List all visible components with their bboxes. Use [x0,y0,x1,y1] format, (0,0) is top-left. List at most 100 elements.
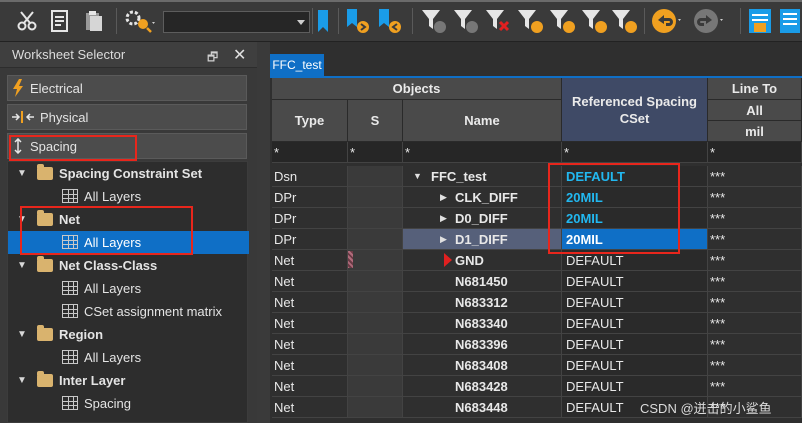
tree-folder-net[interactable]: ▼ Net [8,208,249,231]
redo-icon[interactable] [692,8,728,34]
cell-s[interactable] [348,292,403,313]
cell-s[interactable] [348,355,403,376]
filter-type[interactable]: * [272,142,348,163]
document-list-icon[interactable] [47,8,73,34]
scissors-icon[interactable] [14,8,40,34]
tree-folder-region[interactable]: ▼ Region [8,323,249,346]
bookmark-next-icon[interactable] [345,8,371,34]
category-electrical[interactable]: Electrical [7,75,247,101]
cell-line-to[interactable]: *** [708,229,802,250]
cell-ref-cset-selected[interactable]: 20MIL [562,229,708,250]
cell-line-to[interactable]: *** [708,334,802,355]
cell-line-to[interactable]: *** [708,313,802,334]
grid-layout-icon[interactable] [778,8,802,34]
filter-line-to[interactable]: * [708,142,802,163]
cell-name[interactable]: ▶ D1_DIFF [403,229,562,250]
window-layout-icon[interactable] [747,8,773,34]
cell-name[interactable]: ▼ FFC_test [403,166,562,187]
cell-s[interactable] [348,334,403,355]
cell-s[interactable] [348,397,403,418]
tree-folder-net-class-class[interactable]: ▼ Net Class-Class [8,254,249,277]
cell-s[interactable] [348,271,403,292]
tree-folder-inter-layer[interactable]: ▼ Inter Layer [8,369,249,392]
cell-ref-cset[interactable]: DEFAULT [562,292,708,313]
cell-name[interactable]: GND [403,250,562,271]
restore-icon[interactable]: 🗗 [207,48,218,69]
cell-line-to[interactable]: *** [708,250,802,271]
filter-misc-icon[interactable] [610,8,638,34]
cell-name[interactable]: N683448 [403,397,562,418]
cell-line-to[interactable]: *** [708,271,802,292]
cell-s[interactable] [348,208,403,229]
tree-item-all-layers[interactable]: All Layers [8,185,249,208]
cell-ref-cset[interactable]: 20MIL [562,187,708,208]
cell-name[interactable]: ▶ D0_DIFF [403,208,562,229]
cell-name[interactable]: N683312 [403,292,562,313]
close-icon[interactable]: ✕ [233,45,246,65]
cell-ref-cset[interactable]: DEFAULT [562,250,708,271]
undo-icon[interactable] [650,8,686,34]
paste-icon[interactable] [81,8,107,34]
filter-list-icon[interactable] [580,8,608,34]
bookmark-icon[interactable] [314,8,332,34]
cell-line-to[interactable]: *** [708,292,802,313]
filter-s[interactable]: * [348,142,403,163]
cell-s[interactable] [348,166,403,187]
cell-s[interactable] [348,250,403,271]
filter-clear-icon[interactable] [484,8,512,34]
expand-arrow-icon[interactable]: ▶ [440,192,447,203]
panel-splitter[interactable] [257,42,270,423]
tree-item-cset-assignment-matrix[interactable]: CSet assignment matrix [8,300,249,323]
expand-arrow-icon[interactable]: ▼ [17,260,27,271]
category-spacing[interactable]: Spacing [7,133,247,159]
cell-line-to[interactable]: *** [708,208,802,229]
tree-item-spacing[interactable]: Spacing [8,392,249,415]
tree-item-net-all-layers[interactable]: All Layers [8,231,249,254]
tree-item-all-layers[interactable]: All Layers [8,346,249,369]
filter-name[interactable]: * [403,142,562,163]
filter-redo-icon[interactable] [452,8,480,34]
cell-ref-cset[interactable]: DEFAULT [562,334,708,355]
cell-s[interactable] [348,229,403,250]
tree-folder-spacing-constraint-set[interactable]: ▼ Spacing Constraint Set [8,162,249,185]
cell-s[interactable] [348,376,403,397]
cell-ref-cset[interactable]: 20MIL [562,208,708,229]
cell-line-to[interactable]: *** [708,166,802,187]
expand-arrow-icon[interactable]: ▼ [17,168,27,179]
cell-line-to[interactable]: *** [708,187,802,208]
bookmark-prev-icon[interactable] [377,8,403,34]
cell-s[interactable] [348,187,403,208]
view-select[interactable] [163,11,310,33]
filter-ref[interactable]: * [562,142,708,163]
cell-name[interactable]: N683340 [403,313,562,334]
collapse-arrow-icon[interactable]: ▼ [413,171,422,181]
cell-name[interactable]: N681450 [403,271,562,292]
cell-ref-cset[interactable]: DEFAULT [562,166,708,187]
cell-s[interactable] [348,313,403,334]
expand-arrow-icon[interactable]: ▼ [17,329,27,340]
expand-arrow-icon[interactable]: ▶ [440,234,447,245]
cell-ref-cset[interactable]: DEFAULT [562,271,708,292]
header-type[interactable]: Type [272,100,348,142]
cell-ref-cset[interactable]: DEFAULT [562,313,708,334]
filter-star-icon[interactable] [548,8,576,34]
tree-item-all-layers[interactable]: All Layers [8,277,249,300]
expand-arrow-icon[interactable]: ▼ [17,375,27,386]
cell-line-to[interactable]: *** [708,355,802,376]
header-referenced-spacing-cset[interactable]: Referenced Spacing CSet [562,78,708,142]
cell-line-to[interactable]: *** [708,376,802,397]
filter-undo-icon[interactable] [420,8,448,34]
filter-tree-icon[interactable] [516,8,544,34]
cell-ref-cset[interactable]: DEFAULT [562,355,708,376]
expand-arrow-icon[interactable]: ▶ [440,213,447,224]
gear-search-icon[interactable] [122,8,158,34]
header-s[interactable]: S [348,100,403,142]
expand-arrow-icon[interactable]: ▼ [17,214,27,225]
cell-name[interactable]: N683428 [403,376,562,397]
cell-name[interactable]: N683408 [403,355,562,376]
tab-ffc-test[interactable]: FFC_test [270,54,324,76]
cell-name[interactable]: ▶ CLK_DIFF [403,187,562,208]
header-name[interactable]: Name [403,100,562,142]
cell-name[interactable]: N683396 [403,334,562,355]
cell-ref-cset[interactable]: DEFAULT [562,376,708,397]
